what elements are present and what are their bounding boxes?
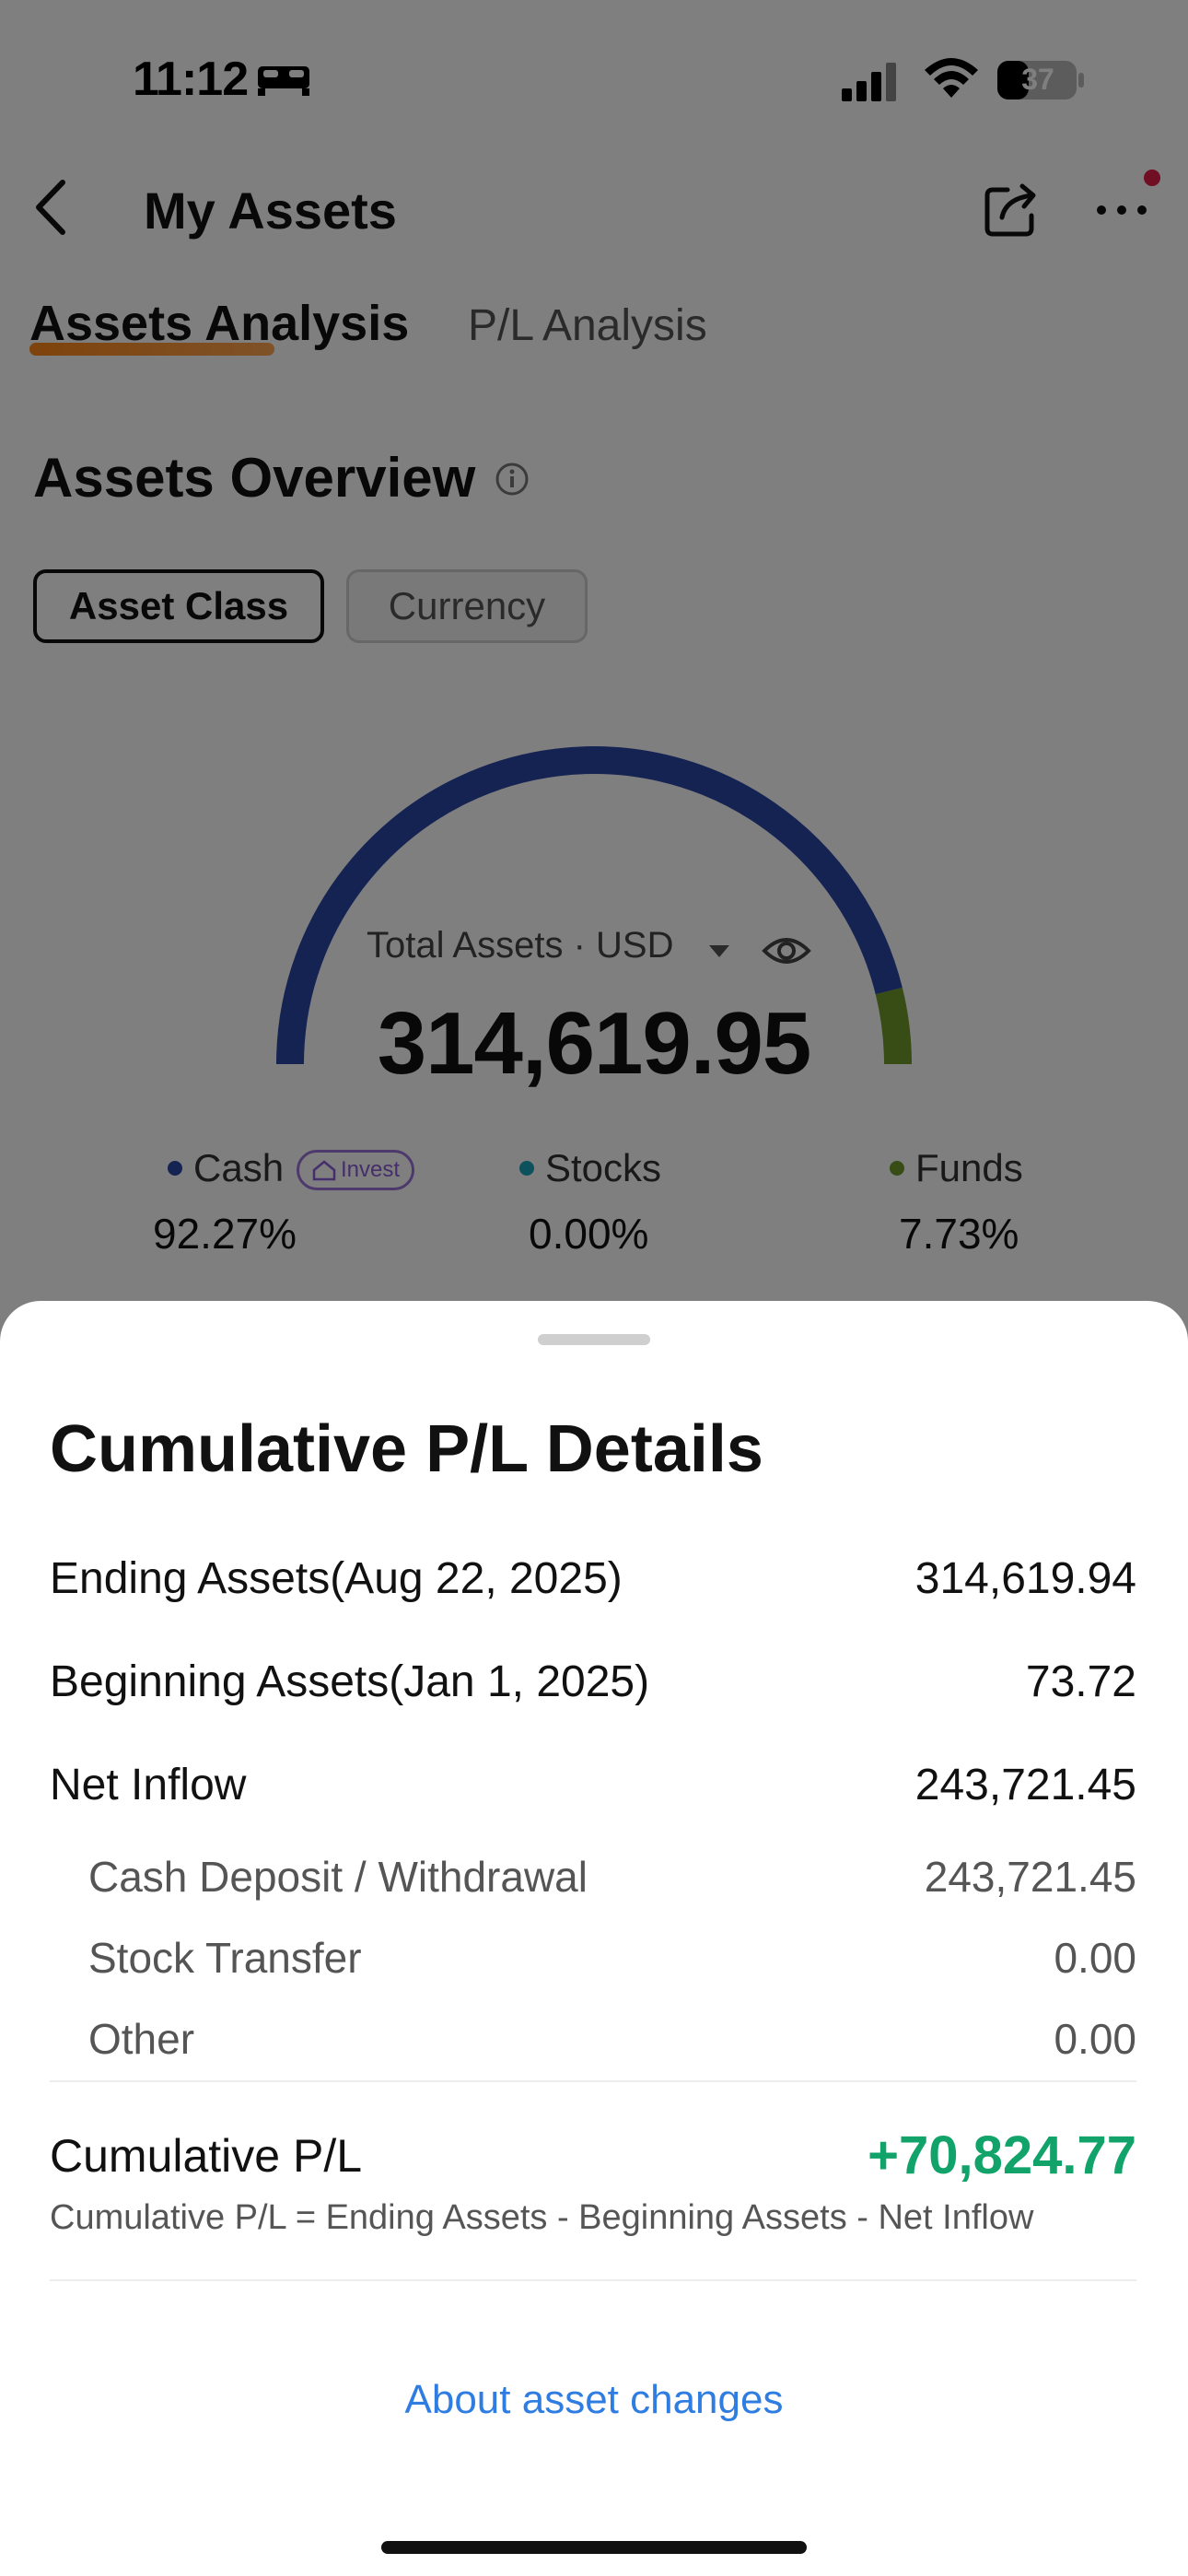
row-value: 0.00 (1054, 1934, 1136, 1982)
detail-row-cash-deposit: Cash Deposit / Withdrawal 243,721.45 (50, 1852, 1136, 1902)
about-asset-changes-link[interactable]: About asset changes (0, 2377, 1188, 2423)
cumulative-pl-label: Cumulative P/L (50, 2129, 363, 2182)
detail-row-stock-transfer: Stock Transfer 0.00 (50, 1933, 1136, 1983)
detail-row-beginning-assets: Beginning Assets(Jan 1, 2025) 73.72 (50, 1657, 1136, 1707)
row-label: Cash Deposit / Withdrawal (88, 1853, 588, 1901)
detail-row-net-inflow: Net Inflow 243,721.45 (50, 1760, 1136, 1810)
divider (50, 2080, 1136, 2082)
cumulative-pl-value: +70,824.77 (868, 2125, 1136, 2185)
row-label: Stock Transfer (88, 1934, 362, 1982)
cumulative-pl-row: Cumulative P/L +70,824.77 (50, 2125, 1136, 2186)
row-label: Beginning Assets(Jan 1, 2025) (50, 1657, 650, 1706)
row-value: 243,721.45 (924, 1853, 1136, 1901)
row-value: 0.00 (1054, 2015, 1136, 2063)
divider (50, 2279, 1136, 2281)
row-value: 73.72 (1025, 1657, 1136, 1706)
row-value: 243,721.45 (914, 1761, 1136, 1809)
sheet-drag-handle[interactable] (538, 1334, 650, 1345)
detail-row-ending-assets: Ending Assets(Aug 22, 2025) 314,619.94 (50, 1553, 1136, 1604)
row-label: Other (88, 2015, 195, 2063)
home-indicator[interactable] (381, 2541, 807, 2554)
cumulative-pl-formula: Cumulative P/L = Ending Assets - Beginni… (50, 2198, 1034, 2237)
row-label: Ending Assets(Aug 22, 2025) (50, 1554, 623, 1603)
detail-row-other: Other 0.00 (50, 2014, 1136, 2064)
row-value: 314,619.94 (914, 1554, 1136, 1603)
sheet-title: Cumulative P/L Details (50, 1412, 763, 1486)
row-label: Net Inflow (50, 1761, 247, 1809)
